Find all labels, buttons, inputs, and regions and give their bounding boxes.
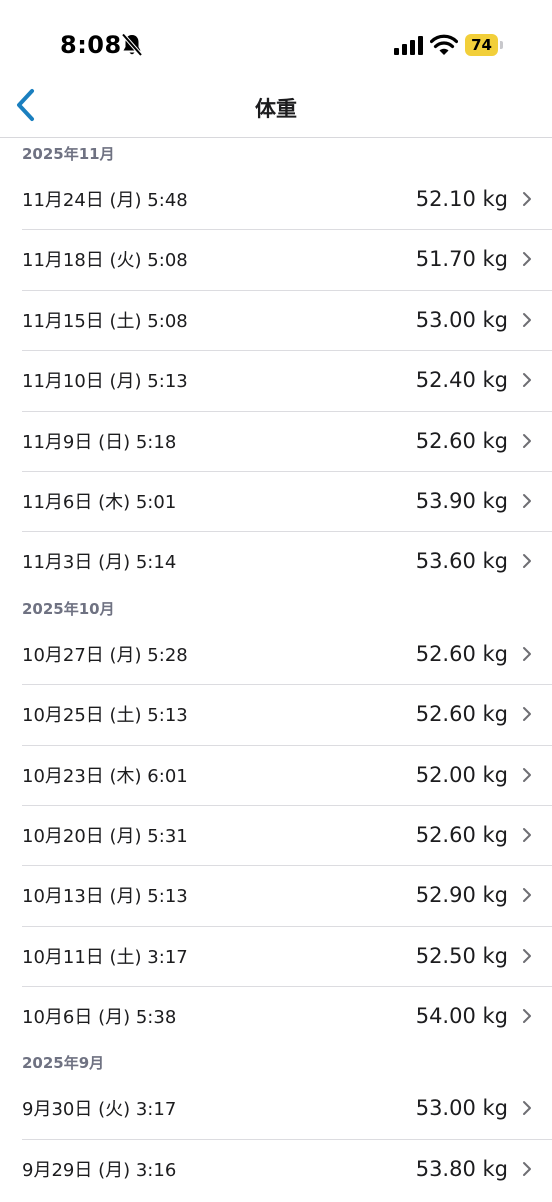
entry-weight: 52.60 kg bbox=[415, 428, 508, 453]
chevron-right-icon bbox=[523, 888, 531, 903]
entry-weight: 53.80 kg bbox=[415, 1156, 508, 1181]
chevron-right-icon bbox=[523, 948, 531, 963]
chevron-right-icon bbox=[523, 554, 531, 569]
weight-entry-row[interactable]: 11月15日 (土) 5:08 53.00 kg bbox=[22, 291, 552, 352]
entry-date: 11月9日 (日) 5:18 bbox=[22, 431, 177, 453]
chevron-right-icon bbox=[523, 493, 531, 508]
weight-entry-row[interactable]: 10月20日 (月) 5:31 52.60 kg bbox=[22, 806, 552, 867]
weight-entry-row[interactable]: 11月24日 (月) 5:48 52.10 kg bbox=[22, 170, 552, 231]
entry-weight: 52.50 kg bbox=[415, 943, 508, 968]
battery-level: 74 bbox=[471, 36, 492, 54]
entry-weight: 54.00 kg bbox=[415, 1004, 508, 1029]
chevron-right-icon bbox=[523, 192, 531, 206]
entry-weight: 51.70 kg bbox=[415, 247, 508, 272]
chevron-right-icon bbox=[523, 433, 531, 448]
entry-weight: 53.90 kg bbox=[415, 488, 508, 513]
entry-date: 9月30日 (火) 3:17 bbox=[22, 1099, 177, 1121]
weight-entry-row[interactable]: 9月30日 (火) 3:17 53.00 kg bbox=[22, 1079, 552, 1140]
entry-weight: 52.60 kg bbox=[415, 822, 508, 847]
weight-entry-row[interactable]: 11月9日 (日) 5:18 52.60 kg bbox=[22, 412, 552, 472]
weight-entry-row[interactable]: 10月25日 (土) 5:13 52.60 kg bbox=[22, 685, 552, 746]
entry-date: 9月29日 (月) 3:16 bbox=[22, 1159, 177, 1181]
entry-date: 10月23日 (木) 6:01 bbox=[22, 765, 188, 787]
entry-weight: 53.60 kg bbox=[415, 549, 508, 574]
chevron-right-icon bbox=[523, 252, 531, 267]
chevron-right-icon bbox=[523, 767, 531, 782]
weight-entry-row[interactable]: 9月29日 (月) 3:16 53.80 kg bbox=[22, 1140, 552, 1200]
weight-entry-row[interactable]: 11月3日 (月) 5:14 53.60 kg bbox=[22, 532, 552, 592]
weight-entry-row[interactable]: 11月10日 (月) 5:13 52.40 kg bbox=[22, 351, 552, 412]
battery-cap bbox=[500, 41, 503, 49]
chevron-right-icon bbox=[523, 1161, 531, 1176]
navigation-bar: 体重 bbox=[0, 80, 552, 138]
entry-date: 10月27日 (月) 5:28 bbox=[22, 644, 188, 666]
chevron-right-icon bbox=[523, 1101, 531, 1116]
weight-entry-row[interactable]: 11月6日 (木) 5:01 53.90 kg bbox=[22, 472, 552, 533]
wifi-icon bbox=[430, 34, 458, 55]
entry-weight: 52.60 kg bbox=[415, 641, 508, 666]
chevron-right-icon bbox=[523, 646, 531, 661]
entry-date: 10月11日 (土) 3:17 bbox=[22, 946, 188, 968]
entry-date: 11月18日 (火) 5:08 bbox=[22, 250, 188, 272]
weight-entry-row[interactable]: 10月13日 (月) 5:13 52.90 kg bbox=[22, 866, 552, 927]
entry-date: 10月20日 (月) 5:31 bbox=[22, 825, 188, 847]
chevron-right-icon bbox=[523, 373, 531, 388]
status-time: 8:08 bbox=[60, 31, 122, 59]
entry-weight: 52.10 kg bbox=[415, 187, 508, 211]
entry-date: 10月25日 (土) 5:13 bbox=[22, 705, 188, 727]
entry-date: 10月6日 (月) 5:38 bbox=[22, 1007, 177, 1029]
battery-icon: 74 bbox=[465, 34, 503, 56]
entry-weight: 52.00 kg bbox=[415, 762, 508, 787]
entry-weight: 52.90 kg bbox=[415, 883, 508, 908]
entry-date: 10月13日 (月) 5:13 bbox=[22, 886, 188, 908]
weight-entry-row[interactable]: 10月23日 (木) 6:01 52.00 kg bbox=[22, 746, 552, 806]
section-header: 2025年9月 bbox=[22, 1054, 105, 1073]
weight-entry-row[interactable]: 10月6日 (月) 5:38 54.00 kg bbox=[22, 987, 552, 1047]
entry-date: 11月10日 (月) 5:13 bbox=[22, 371, 188, 393]
section-header: 2025年10月 bbox=[22, 599, 115, 618]
entry-weight: 52.60 kg bbox=[415, 702, 508, 727]
bell-slash-icon bbox=[121, 33, 143, 57]
entry-date: 11月6日 (木) 5:01 bbox=[22, 491, 177, 513]
section-header: 2025年11月 bbox=[22, 145, 115, 163]
entry-weight: 52.40 kg bbox=[415, 368, 508, 393]
chevron-right-icon bbox=[523, 707, 531, 722]
weight-history-list: 2025年11月 11月24日 (月) 5:48 52.10 kg 11月18日 (火… bbox=[0, 138, 552, 1200]
entry-weight: 53.00 kg bbox=[415, 307, 508, 332]
page-title: 体重 bbox=[255, 97, 297, 121]
status-bar: 8:08 74 bbox=[0, 0, 552, 80]
weight-entry-row[interactable]: 10月11日 (土) 3:17 52.50 kg bbox=[22, 927, 552, 988]
entry-weight: 53.00 kg bbox=[415, 1096, 508, 1121]
chevron-right-icon bbox=[523, 1009, 531, 1024]
entry-date: 11月3日 (月) 5:14 bbox=[22, 552, 177, 574]
entry-date: 11月24日 (月) 5:48 bbox=[22, 190, 188, 211]
weight-entry-row[interactable]: 11月18日 (火) 5:08 51.70 kg bbox=[22, 230, 552, 291]
cellular-signal-icon bbox=[394, 36, 423, 55]
weight-entry-row[interactable]: 10月27日 (月) 5:28 52.60 kg bbox=[22, 625, 552, 686]
entry-date: 11月15日 (土) 5:08 bbox=[22, 310, 188, 332]
chevron-right-icon bbox=[523, 827, 531, 842]
chevron-right-icon bbox=[523, 312, 531, 327]
